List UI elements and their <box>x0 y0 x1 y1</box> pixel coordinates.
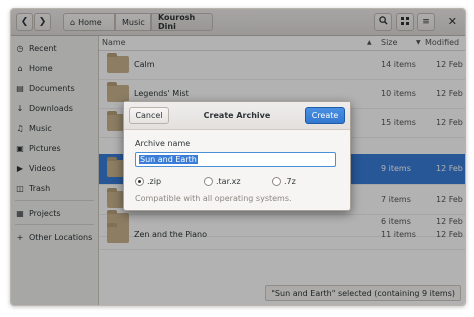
radio-icon <box>272 177 281 186</box>
dialog-header: Cancel Create Archive Create <box>124 102 350 130</box>
radio-label: .zip <box>147 177 162 186</box>
radio-label: .tar.xz <box>216 177 241 186</box>
format-radio-7z[interactable]: .7z <box>272 177 296 186</box>
format-radio-tar-xz[interactable]: .tar.xz <box>204 177 241 186</box>
radio-selected-icon <box>135 177 144 186</box>
format-radio-zip[interactable]: .zip <box>135 177 161 186</box>
create-button[interactable]: Create <box>305 107 345 124</box>
archive-name-value: Sun and Earth <box>139 155 198 164</box>
compatibility-hint: Compatible with all operating systems. <box>135 194 292 203</box>
create-archive-dialog: Cancel Create Archive Create Archive nam… <box>123 101 351 211</box>
radio-label: .7z <box>284 177 296 186</box>
radio-icon <box>204 177 213 186</box>
archive-name-label: Archive name <box>135 139 191 148</box>
archive-name-input[interactable]: Sun and Earth <box>135 152 336 167</box>
